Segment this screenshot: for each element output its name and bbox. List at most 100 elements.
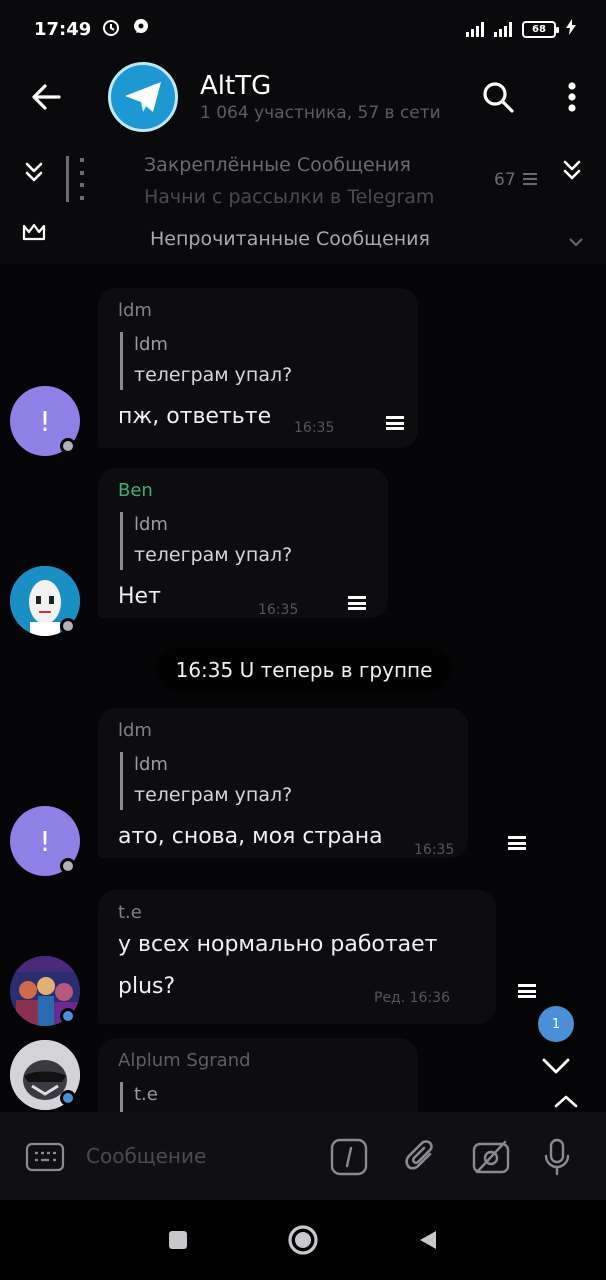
more-vertical-icon — [568, 82, 576, 112]
screen: 17:49 68 AltTG 1 064 участника, 57 в сет… — [0, 0, 606, 1280]
keyboard-icon — [25, 1142, 65, 1172]
circle-icon — [288, 1225, 318, 1255]
message-time: 16:35 — [294, 420, 335, 436]
status-time: 17:49 — [34, 18, 92, 40]
keyboard-button[interactable] — [22, 1134, 68, 1180]
pinned-title: Закреплённые Сообщения — [144, 154, 411, 176]
back-nav-button[interactable] — [408, 1220, 448, 1260]
chat-title: AltTG — [200, 71, 272, 101]
triangle-back-icon — [420, 1231, 436, 1249]
pinned-count: 67 — [494, 170, 539, 190]
avatar-letter: ! — [39, 824, 51, 858]
message-time: Ред. 16:36 — [374, 990, 450, 1006]
pinned-list-icon — [523, 173, 538, 185]
signal-icon — [466, 21, 484, 37]
message-time: 16:35 — [258, 602, 299, 618]
chat-title-area[interactable]: AltTG 1 064 участника, 57 в сети — [200, 71, 441, 123]
pinned-expand-button[interactable] — [552, 150, 592, 190]
pinned-count-value: 67 — [494, 170, 516, 190]
microphone-icon — [544, 1138, 570, 1176]
menu-lines-icon — [518, 984, 536, 998]
unread-collapse-button[interactable] — [556, 222, 596, 262]
pinned-message-bar[interactable]: Закреплённые Сообщения Начни с рассылки … — [0, 140, 606, 218]
pinned-pages-indicator — [80, 158, 85, 200]
message-text-line-1: у всех нормально работает — [118, 932, 438, 957]
battery-level: 68 — [532, 23, 546, 35]
system-navigation-bar — [0, 1200, 606, 1280]
chevron-up-icon — [554, 1095, 578, 1108]
charging-icon — [566, 18, 576, 40]
chevron-double-down-icon — [25, 162, 43, 182]
reply-indicator — [120, 512, 123, 570]
paperclip-icon — [405, 1140, 433, 1170]
unread-count-badge[interactable]: 1 — [538, 1006, 574, 1042]
message-time: 16:35 — [414, 842, 455, 858]
message-list[interactable]: ldm ldm телеграм упал? пж, ответьте 16:3… — [0, 264, 606, 1112]
service-message: 16:35 U теперь в группе — [156, 648, 452, 692]
scroll-to-mention-button[interactable] — [14, 152, 54, 192]
home-button[interactable] — [283, 1220, 323, 1260]
message-bubble[interactable]: t.e у всех нормально работает plus? Ред.… — [98, 890, 496, 1024]
battery-icon: 68 — [522, 20, 559, 38]
signal-icon-2 — [494, 21, 512, 37]
reply-indicator — [120, 1082, 123, 1112]
arrow-left-icon — [32, 84, 61, 110]
unread-banner-text: Непрочитанные Сообщения — [150, 228, 430, 250]
message-bubble[interactable]: ldm ldm телеграм упал? пж, ответьте 16:3… — [98, 288, 418, 448]
reply-indicator — [120, 332, 123, 390]
chat-avatar[interactable] — [108, 62, 178, 132]
message-sender[interactable]: Ben — [118, 480, 153, 501]
command-button[interactable] — [326, 1134, 372, 1180]
menu-lines-icon — [348, 596, 366, 610]
recents-button[interactable] — [158, 1220, 198, 1260]
message-bubble[interactable]: ldm ldm телеграм упал? ато, снова, моя с… — [98, 708, 468, 858]
message-menu-button[interactable] — [504, 968, 550, 1014]
message-sender[interactable]: ldm — [118, 720, 152, 741]
message-text: ато, снова, моя страна — [118, 824, 383, 849]
notification-icon — [131, 17, 151, 42]
message-menu-button[interactable] — [334, 580, 380, 626]
chat-subtitle: 1 064 участника, 57 в сети — [200, 103, 441, 123]
chevron-down-icon — [542, 1058, 570, 1074]
search-button[interactable] — [468, 58, 528, 136]
back-button[interactable] — [0, 58, 92, 136]
message-menu-button[interactable] — [494, 820, 540, 866]
message-text-line-2: plus? — [118, 974, 176, 999]
attach-button[interactable] — [398, 1134, 444, 1180]
message-sender[interactable]: ldm — [118, 300, 152, 321]
reply-indicator — [120, 752, 123, 810]
menu-lines-icon — [508, 836, 526, 850]
voice-message-button[interactable] — [534, 1134, 580, 1180]
more-options-button[interactable] — [542, 58, 602, 136]
unread-messages-banner: Непрочитанные Сообщения — [0, 222, 606, 260]
online-status-icon — [60, 438, 76, 454]
alarm-icon — [101, 17, 121, 42]
message-menu-button[interactable] — [372, 400, 418, 446]
message-text: Нет — [118, 584, 161, 609]
message-sender[interactable]: t.e — [118, 902, 142, 923]
pinned-text: Начни с рассылки в Telegram — [144, 186, 435, 208]
camera-button[interactable] — [468, 1134, 514, 1180]
reply-name: t.e — [134, 1084, 158, 1105]
chevron-double-down-icon — [563, 160, 581, 180]
online-status-icon — [60, 1090, 76, 1106]
camera-off-icon — [472, 1140, 510, 1174]
message-input[interactable] — [86, 1140, 306, 1172]
chat-header: AltTG 1 064 участника, 57 в сети — [0, 58, 606, 136]
chevron-down-icon — [569, 238, 583, 247]
status-bar: 17:49 68 — [0, 0, 606, 58]
avatar-letter: ! — [39, 404, 51, 438]
square-icon — [169, 1231, 187, 1249]
scroll-up-button[interactable] — [538, 1090, 594, 1112]
message-sender[interactable]: Alplum Sgrand — [118, 1050, 251, 1071]
reply-text: телеграм упал? — [134, 784, 293, 806]
reply-text: телеграм упал? — [134, 364, 293, 386]
online-status-icon — [60, 618, 76, 634]
scroll-down-button[interactable] — [528, 1044, 584, 1088]
search-icon — [483, 82, 514, 113]
online-status-icon — [60, 858, 76, 874]
message-bubble[interactable]: Alplum Sgrand t.e — [98, 1038, 418, 1112]
message-input-bar — [0, 1112, 606, 1200]
command-icon — [330, 1138, 368, 1176]
reply-name: ldm — [134, 334, 168, 355]
